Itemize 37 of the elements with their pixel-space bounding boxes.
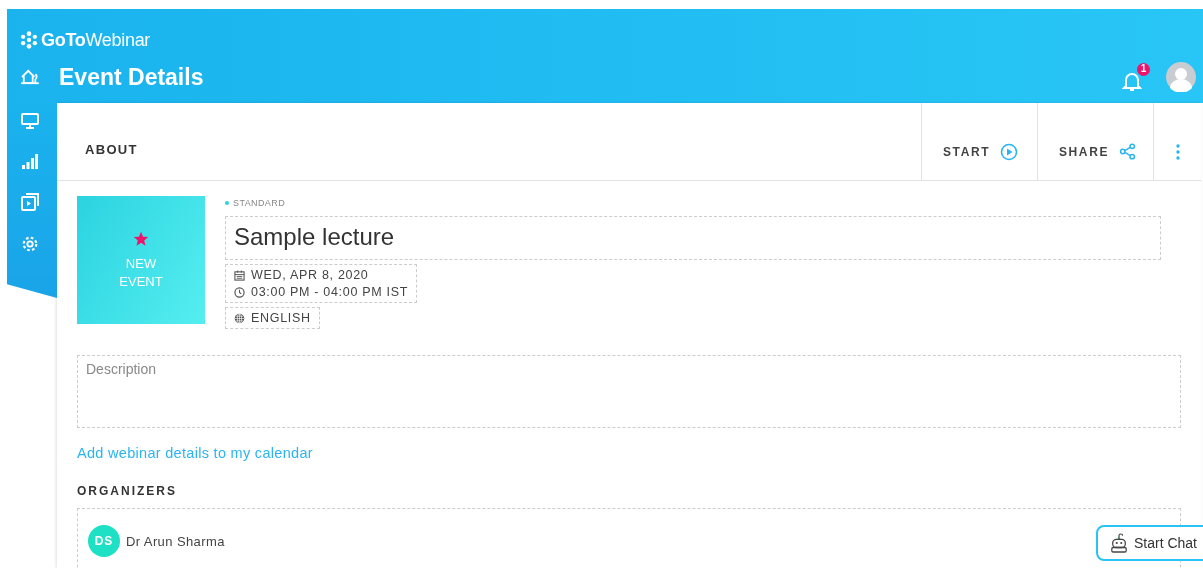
notification-count: 1: [1137, 62, 1150, 76]
monitor-icon[interactable]: [21, 113, 39, 129]
event-date: WED, APR 8, 2020: [251, 268, 369, 282]
start-button[interactable]: START: [921, 103, 1037, 180]
star-icon: [133, 231, 149, 247]
event-time: 03:00 PM - 04:00 PM IST: [251, 285, 409, 299]
initials-avatar: DS: [88, 525, 120, 557]
video-library-icon[interactable]: [21, 193, 39, 211]
avatar-icon[interactable]: [1166, 62, 1196, 92]
play-icon: [1000, 142, 1019, 161]
settings-icon[interactable]: [21, 235, 39, 253]
clock-icon: [234, 286, 245, 298]
signal-bars-icon[interactable]: [22, 153, 38, 169]
calendar-icon: [234, 269, 245, 281]
share-button[interactable]: SHARE: [1037, 103, 1153, 180]
event-name-field[interactable]: Sample lecture: [225, 216, 1161, 260]
thumbnail-label: EVENT: [119, 274, 163, 289]
section-tab[interactable]: ABOUT: [57, 103, 921, 180]
section-heading: ORGANIZERS: [77, 484, 178, 498]
language-field[interactable]: ENGLISH: [225, 307, 320, 329]
description-field[interactable]: Description: [77, 355, 1181, 428]
notification-button[interactable]: 1: [1122, 62, 1150, 92]
event-type: STANDARD: [233, 197, 286, 208]
event-language: ENGLISH: [251, 311, 311, 325]
robot-icon: [1109, 533, 1128, 553]
page-title: Event Details: [59, 63, 204, 91]
logo-wordmark: GoToWebinar: [41, 29, 151, 51]
start-chat-button[interactable]: Start Chat: [1095, 525, 1203, 561]
home-icon[interactable]: [20, 69, 40, 85]
organizer-name: Dr Arun Sharma: [126, 533, 225, 549]
share-icon: [1119, 143, 1136, 160]
globe-icon: [234, 312, 245, 324]
status-dot-icon: [225, 200, 229, 205]
date-time-field[interactable]: WED, APR 8, 2020 03:00 PM - 04:00 PM IST: [225, 264, 418, 303]
flower-logo-icon: [20, 31, 38, 49]
more-icon: [1175, 143, 1180, 160]
thumbnail-label: NEW: [125, 256, 157, 271]
